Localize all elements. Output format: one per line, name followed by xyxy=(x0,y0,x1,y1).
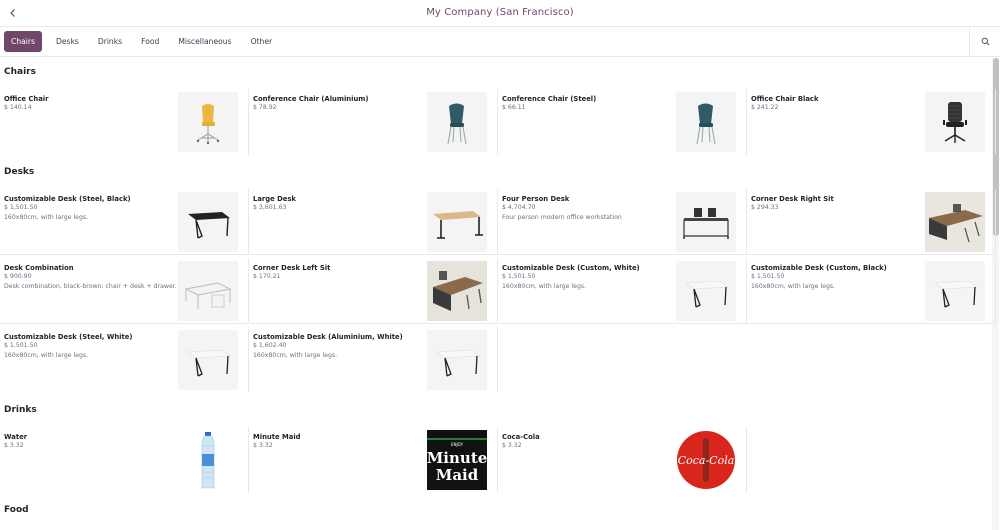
product-card[interactable]: Conference Chair (Aluminium) $ 78.92 xyxy=(249,89,498,155)
product-card[interactable]: Customizable Desk (Aluminium, White) $ 1… xyxy=(249,327,498,393)
product-price: $ 1,501.50 xyxy=(502,273,536,280)
product-price: $ 3.32 xyxy=(4,442,24,449)
product-description: Desk combination, black-brown: chair + d… xyxy=(4,283,177,290)
product-card[interactable]: Large Desk $ 3,601.63 xyxy=(249,189,498,255)
product-price: $ 4,704.70 xyxy=(502,204,536,211)
product-card[interactable]: Customizable Desk (Steel, Black) $ 1,501… xyxy=(0,189,249,255)
product-price: $ 140.14 xyxy=(4,104,32,111)
product-name: Corner Desk Right Sit xyxy=(751,195,834,203)
desk-wood-image xyxy=(427,192,487,252)
desk-white-image xyxy=(925,261,985,321)
minute-maid-logo: ENJOY Minute Maid xyxy=(427,430,487,490)
product-card[interactable]: Water $ 3.32 xyxy=(0,427,249,493)
product-card[interactable]: Office Chair Black $ 241.22 xyxy=(747,89,996,155)
conference-chair-image xyxy=(676,92,736,152)
tab-desks[interactable]: Desks xyxy=(48,31,87,52)
product-card[interactable]: Conference Chair (Steel) $ 66.11 xyxy=(498,89,747,155)
product-name: Conference Chair (Steel) xyxy=(502,95,597,103)
product-card[interactable]: Customizable Desk (Steel, White) $ 1,501… xyxy=(0,327,249,393)
product-card[interactable]: Desk Combination $ 900.90 Desk combinati… xyxy=(0,258,249,324)
tab-other[interactable]: Other xyxy=(243,31,281,52)
desk-white-image xyxy=(676,261,736,321)
top-bar: My Company (San Francisco) xyxy=(0,0,1000,27)
desk-black-image xyxy=(178,192,238,252)
product-name: Office Chair xyxy=(4,95,49,103)
product-name: Water xyxy=(4,433,28,441)
category-title-drinks: Drinks xyxy=(4,405,37,415)
product-price: $ 1,501.50 xyxy=(751,273,785,280)
product-price: $ 294.33 xyxy=(751,204,779,211)
search-icon xyxy=(981,37,989,46)
product-card[interactable]: Coca-Cola $ 3.32 Coca-Cola xyxy=(498,427,747,493)
product-name: Customizable Desk (Custom, White) xyxy=(502,264,640,272)
product-name: Minute Maid xyxy=(253,433,301,441)
conference-chair-image xyxy=(427,92,487,152)
logo-text-coca-cola: Coca-Cola xyxy=(678,454,735,467)
desk-white-image xyxy=(178,330,238,390)
product-description: 160x80cm, with large legs. xyxy=(502,283,587,290)
product-price: $ 3,601.63 xyxy=(253,204,287,211)
product-description: Four person modern office workstation xyxy=(502,214,622,221)
corner-desk-image xyxy=(427,261,487,321)
product-price: $ 66.11 xyxy=(502,104,526,111)
product-description: 160x80cm, with large legs. xyxy=(751,283,836,290)
product-price: $ 78.92 xyxy=(253,104,277,111)
product-name: Desk Combination xyxy=(4,264,74,272)
product-name: Customizable Desk (Custom, Black) xyxy=(751,264,887,272)
category-title-chairs: Chairs xyxy=(4,67,36,77)
tab-food[interactable]: Food xyxy=(133,31,167,52)
product-card[interactable]: Corner Desk Left Sit $ 170.21 xyxy=(249,258,498,324)
product-card[interactable]: Office Chair $ 140.14 xyxy=(0,89,249,155)
desk-combination-image xyxy=(178,261,238,321)
product-description: 160x80cm, with large legs. xyxy=(4,352,89,359)
product-price: $ 241.22 xyxy=(751,104,779,111)
product-card[interactable]: Customizable Desk (Custom, White) $ 1,50… xyxy=(498,258,747,324)
desk-white-image xyxy=(427,330,487,390)
product-price: $ 1,602.40 xyxy=(253,342,287,349)
search-button[interactable] xyxy=(969,27,1000,56)
product-card[interactable]: Minute Maid $ 3.32 ENJOY Minute Maid xyxy=(249,427,498,493)
product-price: $ 1,501.50 xyxy=(4,204,38,211)
product-price: $ 170.21 xyxy=(253,273,281,280)
logo-text-enjoy: ENJOY xyxy=(451,442,464,447)
product-name: Large Desk xyxy=(253,195,296,203)
category-tabs-bar: Chairs Desks Drinks Food Miscellaneous O… xyxy=(0,27,1000,57)
office-chair-black-image xyxy=(925,92,985,152)
product-card[interactable]: Customizable Desk (Custom, Black) $ 1,50… xyxy=(747,258,996,324)
tab-chairs[interactable]: Chairs xyxy=(4,31,42,52)
water-bottle-image xyxy=(178,430,238,490)
product-name: Four Person Desk xyxy=(502,195,570,203)
logo-text-minute: Minute xyxy=(427,449,487,467)
product-price: $ 3.32 xyxy=(253,442,273,449)
product-name: Office Chair Black xyxy=(751,95,819,103)
category-title-food: Food xyxy=(4,505,29,515)
product-name: Customizable Desk (Steel, Black) xyxy=(4,195,131,203)
corner-desk-image xyxy=(925,192,985,252)
coca-cola-logo: Coca-Cola xyxy=(676,430,736,490)
product-card[interactable]: Four Person Desk $ 4,704.70 Four person … xyxy=(498,189,747,255)
product-card[interactable]: Corner Desk Right Sit $ 294.33 xyxy=(747,189,996,255)
tab-drinks[interactable]: Drinks xyxy=(90,31,130,52)
logo-text-maid: Maid xyxy=(436,466,479,484)
product-description: 160x80cm, with large legs. xyxy=(253,352,338,359)
tab-miscellaneous[interactable]: Miscellaneous xyxy=(170,31,239,52)
product-name: Customizable Desk (Steel, White) xyxy=(4,333,133,341)
product-name: Coca-Cola xyxy=(502,433,540,441)
category-title-desks: Desks xyxy=(4,167,35,177)
product-price: $ 1,501.50 xyxy=(4,342,38,349)
product-price: $ 3.32 xyxy=(502,442,522,449)
four-person-desk-image xyxy=(676,192,736,252)
product-name: Conference Chair (Aluminium) xyxy=(253,95,369,103)
office-chair-image xyxy=(178,92,238,152)
product-name: Customizable Desk (Aluminium, White) xyxy=(253,333,403,341)
page-title: My Company (San Francisco) xyxy=(426,7,574,18)
product-name: Corner Desk Left Sit xyxy=(253,264,331,272)
product-description: 160x80cm, with large legs. xyxy=(4,214,89,221)
product-price: $ 900.90 xyxy=(4,273,32,280)
